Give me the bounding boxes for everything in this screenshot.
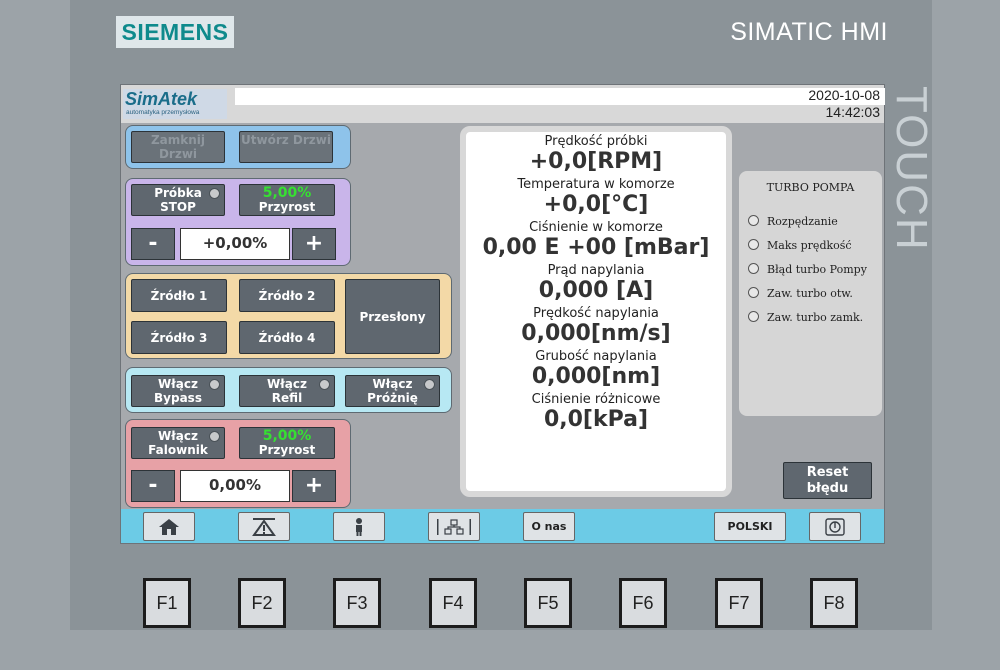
source-3-button[interactable]: Źródło 3 — [131, 321, 227, 354]
home-icon — [159, 519, 179, 535]
f5-key[interactable]: F5 — [524, 578, 572, 628]
status-indicator-icon — [748, 215, 759, 226]
sample-plus-button[interactable]: + — [292, 228, 336, 260]
f4-key[interactable]: F4 — [429, 578, 477, 628]
title-field — [235, 88, 885, 105]
f3-key[interactable]: F3 — [333, 578, 381, 628]
turbo-status-spinup: Rozpędzanie — [748, 215, 838, 228]
siemens-logo: SIEMENS — [116, 16, 234, 48]
hmi-screen: SimAtek automatyka przemysłowa 2020-10-0… — [120, 84, 885, 544]
language-button[interactable]: POLSKI — [714, 512, 786, 541]
turbo-status-max-speed: Maks prędkość — [748, 239, 852, 252]
datetime: 2020-10-08 14:42:03 — [808, 87, 880, 121]
reading-sample-speed: Prędkość próbki +0,0[RPM] — [529, 134, 663, 174]
sample-minus-button[interactable]: - — [131, 228, 175, 260]
inverter-panel: Włącz Falownik 5,00% Przyrost - 0,00% + — [125, 419, 351, 508]
status-indicator-icon — [748, 263, 759, 274]
close-door-button[interactable]: Zamknij Drzwi — [131, 131, 225, 163]
open-door-button[interactable]: Utwórz Drzwi — [239, 131, 333, 163]
refil-status-led — [319, 379, 330, 390]
turbo-status-valve-open: Zaw. turbo otw. — [748, 287, 853, 300]
about-button[interactable]: O nas — [523, 512, 575, 541]
home-button[interactable] — [143, 512, 195, 541]
reading-sputter-current: Prąd napylania 0,000 [A] — [538, 263, 654, 303]
power-button[interactable] — [809, 512, 861, 541]
status-indicator-icon — [748, 311, 759, 322]
source-4-button[interactable]: Źródło 4 — [239, 321, 335, 354]
inverter-value-field[interactable]: 0,00% — [180, 470, 290, 502]
f6-key[interactable]: F6 — [619, 578, 667, 628]
vacuum-status-led — [424, 379, 435, 390]
top-bar: SimAtek automatyka przemysłowa 2020-10-0… — [121, 85, 885, 123]
turbo-pump-panel: TURBO POMPA Rozpędzanie Maks prędkość Bł… — [739, 171, 882, 416]
network-icon — [437, 519, 471, 535]
refil-button[interactable]: Włącz Refil — [239, 375, 335, 407]
user-icon — [356, 518, 362, 536]
device-model: SIMATIC HMI — [730, 18, 888, 46]
inverter-button[interactable]: Włącz Falownik — [131, 427, 225, 459]
turbo-status-valve-closed: Zaw. turbo zamk. — [748, 311, 863, 324]
touch-label: TOUCH — [887, 86, 936, 252]
inverter-minus-button[interactable]: - — [131, 470, 175, 502]
sources-panel: Źródło 1 Źródło 2 Źródło 3 Źródło 4 Prze… — [125, 273, 452, 359]
door-panel: Zamknij Drzwi Utwórz Drzwi — [125, 125, 351, 169]
reading-sputter-thickness: Grubość napylania 0,000[nm] — [531, 349, 661, 389]
time-text: 14:42:03 — [825, 104, 881, 120]
hmi-device-frame: SIEMENS SIMATIC HMI TOUCH SimAtek automa… — [0, 0, 1000, 670]
f2-key[interactable]: F2 — [238, 578, 286, 628]
simatek-logo: SimAtek automatyka przemysłowa — [123, 89, 227, 119]
date-text: 2020-10-08 — [808, 87, 880, 103]
bypass-status-led — [209, 379, 220, 390]
status-indicator-icon — [748, 239, 759, 250]
source-2-button[interactable]: Źródło 2 — [239, 279, 335, 312]
user-button[interactable] — [333, 512, 385, 541]
reading-differential-pressure: Ciśnienie różnicowe 0,0[kPa] — [531, 392, 661, 432]
status-indicator-icon — [748, 287, 759, 298]
alarms-button[interactable] — [238, 512, 290, 541]
f8-key[interactable]: F8 — [810, 578, 858, 628]
sample-value-field[interactable]: +0,00% — [180, 228, 290, 260]
switches-panel: Włącz Bypass Włącz Refil Włącz Próżnię — [125, 367, 452, 413]
bypass-button[interactable]: Włącz Bypass — [131, 375, 225, 407]
network-button[interactable] — [428, 512, 480, 541]
reset-error-button[interactable]: Reset błędu — [783, 462, 872, 499]
reading-chamber-pressure: Ciśnienie w komorze 0,00 E +00 [mBar] — [482, 220, 710, 260]
readings-panel: Prędkość próbki +0,0[RPM] Temperatura w … — [460, 126, 732, 497]
vacuum-button[interactable]: Włącz Próżnię — [345, 375, 440, 407]
inverter-plus-button[interactable]: + — [292, 470, 336, 502]
power-icon — [825, 518, 845, 536]
sample-increment-button[interactable]: 5,00% Przyrost — [239, 184, 335, 216]
shutters-button[interactable]: Przesłony — [345, 279, 440, 354]
turbo-status-error: Błąd turbo Pompy — [748, 263, 867, 276]
turbo-pump-title: TURBO POMPA — [766, 181, 855, 194]
reading-chamber-temperature: Temperatura w komorze +0,0[°C] — [517, 177, 675, 217]
alarm-icon — [252, 518, 276, 536]
sample-start-stop-button[interactable]: Próbka STOP — [131, 184, 225, 216]
inverter-increment-button[interactable]: 5,00% Przyrost — [239, 427, 335, 459]
inverter-status-led — [209, 431, 220, 442]
f7-key[interactable]: F7 — [715, 578, 763, 628]
sample-status-led — [209, 188, 220, 199]
f1-key[interactable]: F1 — [143, 578, 191, 628]
reading-sputter-rate: Prędkość napylania 0,000[nm/s] — [521, 306, 671, 346]
bottom-nav: O nas POLSKI — [121, 509, 884, 543]
sample-panel: Próbka STOP 5,00% Przyrost - +0,00% + — [125, 178, 351, 266]
source-1-button[interactable]: Źródło 1 — [131, 279, 227, 312]
